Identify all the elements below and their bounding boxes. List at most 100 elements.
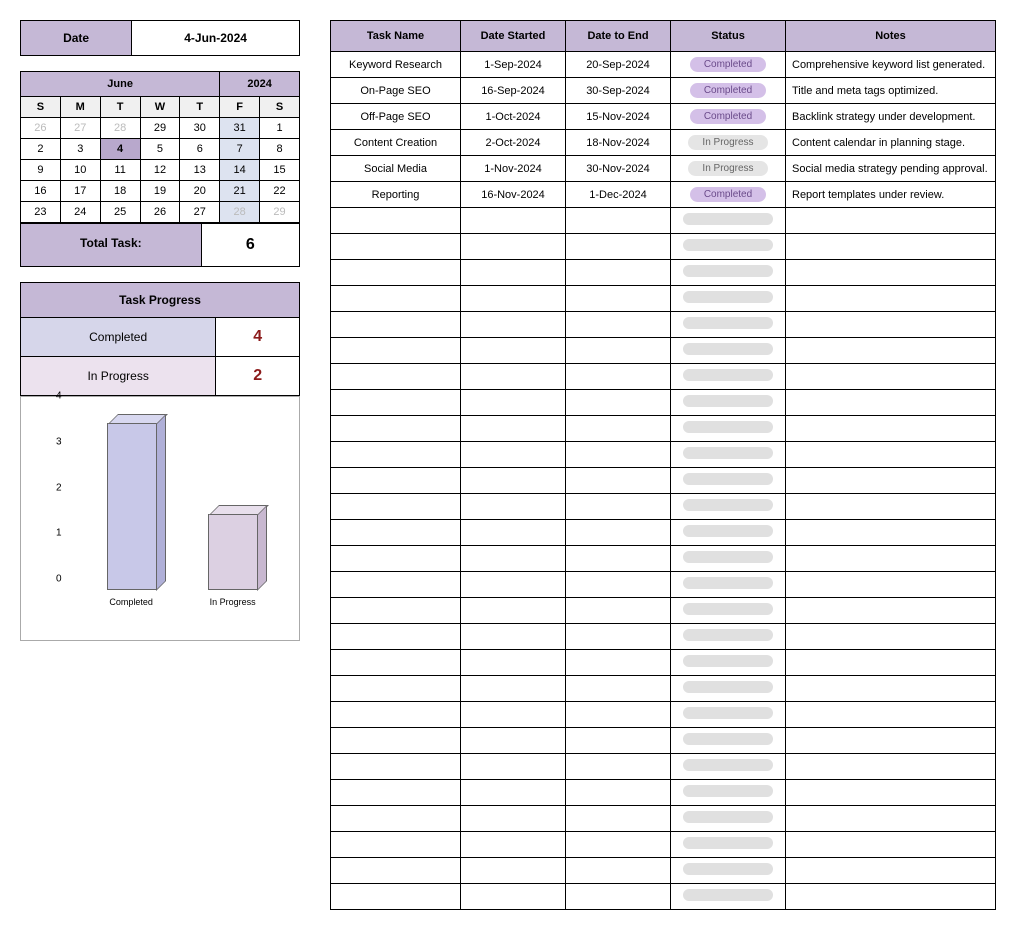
calendar-day[interactable]: 30 [180, 118, 220, 139]
status-badge[interactable]: Completed [690, 57, 766, 72]
empty-cell[interactable] [461, 260, 566, 286]
calendar-day[interactable]: 2 [21, 139, 61, 160]
empty-cell[interactable] [566, 494, 671, 520]
table-row-empty[interactable] [331, 546, 996, 572]
empty-cell[interactable] [566, 286, 671, 312]
table-row[interactable]: Keyword Research1-Sep-202420-Sep-2024Com… [331, 52, 996, 78]
calendar-day[interactable]: 6 [180, 139, 220, 160]
empty-cell[interactable] [331, 832, 461, 858]
empty-cell[interactable] [461, 338, 566, 364]
table-row-empty[interactable] [331, 468, 996, 494]
table-row-empty[interactable] [331, 624, 996, 650]
empty-cell[interactable] [566, 780, 671, 806]
empty-cell[interactable] [566, 806, 671, 832]
calendar-day[interactable]: 23 [21, 202, 61, 223]
table-row-empty[interactable] [331, 728, 996, 754]
empty-cell[interactable] [786, 546, 996, 572]
calendar-day[interactable]: 16 [21, 181, 61, 202]
calendar-day[interactable]: 11 [100, 160, 140, 181]
calendar-day[interactable]: 27 [60, 118, 100, 139]
task-cell[interactable]: 1-Sep-2024 [461, 52, 566, 78]
empty-cell[interactable] [331, 442, 461, 468]
task-notes-cell[interactable]: Title and meta tags optimized. [786, 78, 996, 104]
empty-cell[interactable] [786, 624, 996, 650]
empty-cell[interactable] [671, 364, 786, 390]
task-cell[interactable]: 1-Oct-2024 [461, 104, 566, 130]
empty-cell[interactable] [566, 312, 671, 338]
empty-cell[interactable] [786, 650, 996, 676]
task-cell[interactable]: On-Page SEO [331, 78, 461, 104]
empty-cell[interactable] [671, 676, 786, 702]
task-status-cell[interactable]: Completed [671, 78, 786, 104]
empty-cell[interactable] [671, 572, 786, 598]
empty-cell[interactable] [671, 338, 786, 364]
empty-cell[interactable] [461, 468, 566, 494]
table-row-empty[interactable] [331, 286, 996, 312]
calendar-day[interactable]: 22 [260, 181, 300, 202]
calendar-day[interactable]: 13 [180, 160, 220, 181]
status-badge[interactable]: In Progress [688, 135, 767, 150]
empty-cell[interactable] [461, 624, 566, 650]
task-cell[interactable]: 2-Oct-2024 [461, 130, 566, 156]
empty-cell[interactable] [671, 858, 786, 884]
calendar-day[interactable]: 21 [220, 181, 260, 202]
table-row-empty[interactable] [331, 312, 996, 338]
empty-cell[interactable] [566, 338, 671, 364]
empty-cell[interactable] [566, 728, 671, 754]
table-row[interactable]: Reporting16-Nov-20241-Dec-2024CompletedR… [331, 182, 996, 208]
task-cell[interactable]: Content Creation [331, 130, 461, 156]
empty-cell[interactable] [461, 858, 566, 884]
empty-cell[interactable] [461, 780, 566, 806]
calendar-day[interactable]: 27 [180, 202, 220, 223]
empty-cell[interactable] [671, 884, 786, 910]
empty-cell[interactable] [671, 598, 786, 624]
empty-cell[interactable] [566, 260, 671, 286]
task-status-cell[interactable]: Completed [671, 182, 786, 208]
empty-cell[interactable] [461, 676, 566, 702]
calendar-day[interactable]: 20 [180, 181, 220, 202]
table-row-empty[interactable] [331, 884, 996, 910]
calendar-day[interactable]: 4 [100, 139, 140, 160]
empty-cell[interactable] [461, 208, 566, 234]
task-cell[interactable]: 1-Dec-2024 [566, 182, 671, 208]
calendar-day[interactable]: 26 [140, 202, 180, 223]
empty-cell[interactable] [461, 806, 566, 832]
task-cell[interactable]: 16-Sep-2024 [461, 78, 566, 104]
empty-cell[interactable] [566, 442, 671, 468]
table-row-empty[interactable] [331, 676, 996, 702]
empty-cell[interactable] [331, 364, 461, 390]
status-badge[interactable]: In Progress [688, 161, 767, 176]
table-row-empty[interactable] [331, 858, 996, 884]
empty-cell[interactable] [671, 442, 786, 468]
empty-cell[interactable] [461, 650, 566, 676]
calendar-day[interactable]: 10 [60, 160, 100, 181]
empty-cell[interactable] [566, 832, 671, 858]
empty-cell[interactable] [566, 520, 671, 546]
empty-cell[interactable] [671, 754, 786, 780]
empty-cell[interactable] [786, 754, 996, 780]
empty-cell[interactable] [671, 546, 786, 572]
empty-cell[interactable] [786, 338, 996, 364]
empty-cell[interactable] [331, 208, 461, 234]
empty-cell[interactable] [331, 598, 461, 624]
empty-cell[interactable] [461, 754, 566, 780]
empty-cell[interactable] [461, 884, 566, 910]
task-cell[interactable]: 15-Nov-2024 [566, 104, 671, 130]
empty-cell[interactable] [786, 468, 996, 494]
empty-cell[interactable] [331, 286, 461, 312]
calendar-day[interactable]: 29 [140, 118, 180, 139]
table-row-empty[interactable] [331, 390, 996, 416]
empty-cell[interactable] [461, 572, 566, 598]
empty-cell[interactable] [331, 780, 461, 806]
empty-cell[interactable] [786, 728, 996, 754]
empty-cell[interactable] [461, 312, 566, 338]
empty-cell[interactable] [331, 546, 461, 572]
calendar-day[interactable]: 15 [260, 160, 300, 181]
empty-cell[interactable] [566, 572, 671, 598]
empty-cell[interactable] [461, 702, 566, 728]
task-cell[interactable]: Reporting [331, 182, 461, 208]
empty-cell[interactable] [331, 416, 461, 442]
table-row-empty[interactable] [331, 754, 996, 780]
task-cell[interactable]: 30-Sep-2024 [566, 78, 671, 104]
task-notes-cell[interactable]: Report templates under review. [786, 182, 996, 208]
